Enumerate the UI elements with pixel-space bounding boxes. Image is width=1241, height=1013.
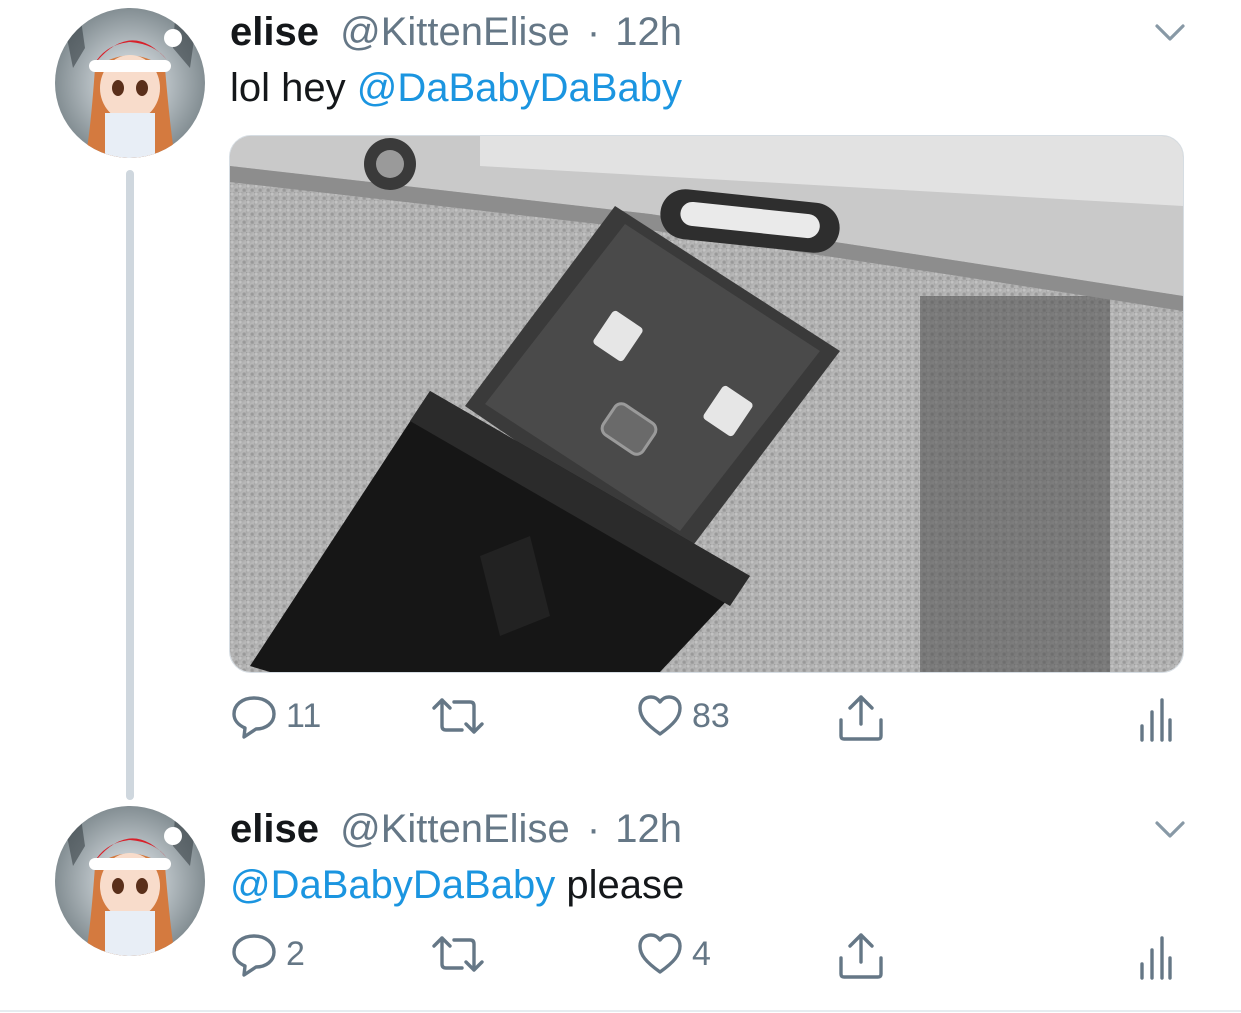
- mention-link[interactable]: @DaBabyDaBaby: [357, 66, 682, 110]
- tweet-text: @DaBabyDaBaby please: [230, 861, 684, 909]
- like-icon: [638, 695, 682, 736]
- share-button[interactable]: [836, 692, 886, 742]
- tweet-text-suffix: please: [555, 863, 685, 907]
- retweet-button[interactable]: [428, 930, 496, 978]
- share-button[interactable]: [836, 930, 886, 980]
- separator: ·: [586, 807, 601, 851]
- tweet-actions: 11 83: [0, 690, 1241, 750]
- analytics-icon: [1140, 698, 1172, 742]
- reply-button[interactable]: 2: [230, 930, 305, 978]
- share-icon: [839, 695, 883, 741]
- reply-icon: [232, 696, 276, 739]
- like-icon: [638, 933, 682, 974]
- retweet-icon: [432, 936, 484, 972]
- display-name[interactable]: elise: [230, 10, 319, 54]
- like-button[interactable]: 83: [636, 692, 730, 740]
- analytics-button[interactable]: [1138, 936, 1172, 980]
- like-button[interactable]: 4: [636, 930, 711, 978]
- reply-count: 2: [286, 934, 305, 973]
- chevron-down-icon[interactable]: [1152, 811, 1188, 847]
- reply-button[interactable]: 11: [230, 692, 321, 740]
- display-name[interactable]: elise: [230, 807, 319, 851]
- reply-icon: [232, 934, 276, 977]
- like-count: 83: [692, 696, 730, 735]
- user-handle[interactable]: @KittenElise: [340, 10, 570, 54]
- retweet-button[interactable]: [428, 692, 496, 740]
- reply-count: 11: [286, 696, 322, 735]
- divider: [0, 1010, 1241, 1012]
- like-count: 4: [692, 934, 711, 973]
- tweet-header: elise @KittenElise · 12h: [230, 805, 682, 853]
- user-handle[interactable]: @KittenElise: [340, 807, 570, 851]
- timestamp[interactable]: 12h: [615, 807, 682, 851]
- tweet-header: elise @KittenElise · 12h: [230, 8, 682, 56]
- timestamp[interactable]: 12h: [615, 10, 682, 54]
- tweet-text-prefix: lol hey: [230, 66, 357, 110]
- retweet-icon: [432, 698, 484, 734]
- tweet-actions: 2 4: [0, 928, 1241, 988]
- tweet-media-photo[interactable]: [229, 135, 1184, 673]
- avatar[interactable]: [55, 8, 205, 158]
- separator: ·: [586, 10, 601, 54]
- mention-link[interactable]: @DaBabyDaBaby: [230, 863, 555, 907]
- analytics-button[interactable]: [1138, 698, 1172, 742]
- chevron-down-icon[interactable]: [1152, 14, 1188, 50]
- share-icon: [839, 933, 883, 979]
- analytics-icon: [1140, 936, 1172, 980]
- tweet-text: lol hey @DaBabyDaBaby: [230, 64, 682, 112]
